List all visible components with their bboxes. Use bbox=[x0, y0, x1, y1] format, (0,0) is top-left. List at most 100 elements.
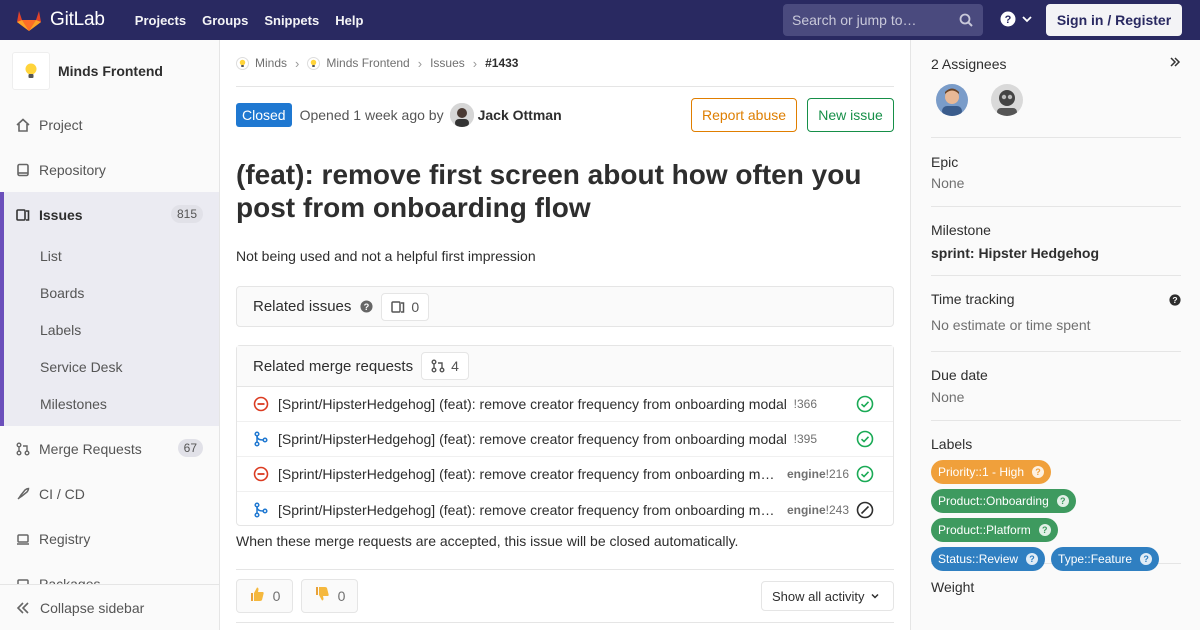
sign-in-button[interactable]: Sign in / Register bbox=[1046, 4, 1182, 36]
label-pill[interactable]: Product::Onboarding? bbox=[931, 489, 1076, 513]
mr-merged-icon bbox=[254, 501, 268, 518]
submenu-item-boards[interactable]: Boards bbox=[4, 274, 219, 311]
epic-block[interactable]: Epic None bbox=[931, 138, 1181, 207]
due-date-block[interactable]: Due date None bbox=[931, 352, 1181, 421]
sidebar-item-registry[interactable]: Registry bbox=[0, 516, 219, 561]
sidebar-item-project[interactable]: Project bbox=[0, 102, 219, 147]
related-mrs-label: Related merge requests bbox=[253, 357, 414, 375]
help-dropdown[interactable]: ? bbox=[1000, 11, 1033, 27]
pipeline-skipped-icon[interactable] bbox=[856, 501, 874, 519]
home-icon bbox=[16, 117, 30, 132]
label-pill[interactable]: Type::Feature? bbox=[1051, 547, 1160, 571]
pipeline-passed-icon[interactable] bbox=[856, 465, 874, 483]
sidebar-item-label: Registry bbox=[39, 530, 91, 547]
related-issues-count[interactable]: 0 bbox=[381, 292, 430, 321]
search-input[interactable]: Search or jump to… bbox=[783, 4, 983, 36]
sidebar-item-label: Project bbox=[39, 116, 83, 133]
merge-request-icon bbox=[16, 442, 30, 456]
breadcrumb-item[interactable]: Minds bbox=[236, 56, 287, 70]
mr-reference: engine!216 bbox=[786, 467, 849, 481]
nav-groups[interactable]: Groups bbox=[202, 13, 248, 28]
mr-reference: !366 bbox=[793, 397, 817, 411]
milestone-value[interactable]: sprint: Hipster Hedgehog bbox=[931, 245, 1181, 261]
mr-title[interactable]: [Sprint/HipsterHedgehog] (feat): remove … bbox=[278, 502, 774, 518]
related-mrs-header: Related merge requests 4 bbox=[237, 346, 893, 387]
labels-title: Labels bbox=[931, 436, 973, 452]
question-icon: ? bbox=[1140, 553, 1153, 565]
breadcrumb-item[interactable]: Issues bbox=[430, 56, 465, 70]
project-header[interactable]: Minds Frontend bbox=[0, 40, 219, 102]
svg-text:?: ? bbox=[1005, 14, 1012, 26]
sidebar-item-merge-requests[interactable]: Merge Requests 67 bbox=[0, 426, 219, 471]
issues-submenu: List Boards Labels Service Desk Mileston… bbox=[0, 237, 219, 426]
issue-right-sidebar: 2 Assignees Epic None Milestone sprint: … bbox=[910, 40, 1200, 630]
question-icon: ? bbox=[1032, 466, 1045, 478]
weight-title: Weight bbox=[931, 579, 975, 595]
sidebar-item-label: CI / CD bbox=[39, 485, 85, 502]
submenu-item-list[interactable]: List bbox=[4, 237, 219, 274]
gitlab-home-link[interactable]: GitLab bbox=[16, 0, 105, 40]
time-tracking-title: Time tracking bbox=[931, 291, 1015, 307]
submenu-item-milestones[interactable]: Milestones bbox=[4, 385, 219, 422]
mr-title[interactable]: [Sprint/HipsterHedgehog] (feat): remove … bbox=[278, 396, 787, 412]
sidebar-item-label: Merge Requests bbox=[39, 440, 142, 457]
thumbs-down-count: 0 bbox=[337, 588, 346, 604]
issue-main-content: Minds › Minds Frontend › Issues › #1433 … bbox=[236, 40, 894, 630]
author-name[interactable]: Jack Ottman bbox=[478, 107, 562, 123]
assignee-avatar[interactable] bbox=[991, 84, 1023, 116]
submenu-item-labels[interactable]: Labels bbox=[4, 311, 219, 348]
issue-header: Closed Opened 1 week ago by Jack Ottman … bbox=[236, 98, 894, 132]
merge-request-row[interactable]: [Sprint/HipsterHedgehog] (feat): remove … bbox=[237, 492, 893, 527]
mr-title[interactable]: [Sprint/HipsterHedgehog] (feat): remove … bbox=[278, 466, 774, 482]
question-icon: ? bbox=[1026, 553, 1039, 565]
related-mrs-count: 4 bbox=[421, 352, 469, 380]
new-issue-button[interactable]: New issue bbox=[807, 98, 894, 132]
question-circle-icon[interactable]: ? bbox=[1169, 294, 1181, 306]
pipeline-passed-icon[interactable] bbox=[856, 430, 874, 448]
nav-snippets[interactable]: Snippets bbox=[264, 13, 319, 28]
label-pill[interactable]: Product::Platform? bbox=[931, 518, 1058, 542]
merge-request-row[interactable]: [Sprint/HipsterHedgehog] (feat): remove … bbox=[237, 422, 893, 457]
mr-merged-icon bbox=[254, 431, 268, 447]
merge-request-icon bbox=[431, 359, 445, 373]
nav-help[interactable]: Help bbox=[335, 13, 363, 28]
label-pill[interactable]: Priority::1 - High? bbox=[931, 460, 1052, 484]
labels-block: Labels Priority::1 - High? Product::Onbo… bbox=[931, 421, 1181, 571]
question-circle-icon[interactable]: ? bbox=[360, 300, 373, 313]
breadcrumb-label: Minds bbox=[255, 56, 288, 70]
pipeline-passed-icon[interactable] bbox=[856, 395, 874, 413]
opened-text: Opened 1 week ago by bbox=[299, 107, 444, 123]
double-chevron-left-icon bbox=[16, 601, 29, 614]
issues-count-badge: 815 bbox=[170, 205, 203, 223]
thumbs-down-button[interactable]: 0 bbox=[301, 579, 358, 613]
sidebar-item-label: Issues bbox=[39, 206, 83, 223]
chevron-right-icon: › bbox=[417, 55, 423, 71]
mr-title[interactable]: [Sprint/HipsterHedgehog] (feat): remove … bbox=[278, 431, 787, 447]
breadcrumb-item[interactable]: Minds Frontend bbox=[307, 56, 410, 70]
label-pill[interactable]: Status::Review? bbox=[931, 547, 1046, 571]
award-emoji-bar: 0 0 bbox=[236, 579, 366, 613]
collapse-sidebar-label: Collapse sidebar bbox=[40, 599, 145, 616]
milestone-title: Milestone bbox=[931, 222, 991, 238]
breadcrumb-current[interactable]: #1433 bbox=[485, 56, 518, 70]
milestone-block[interactable]: Milestone sprint: Hipster Hedgehog bbox=[931, 207, 1181, 276]
sidebar-item-ci-cd[interactable]: CI / CD bbox=[0, 471, 219, 516]
activity-filter-dropdown[interactable]: Show all activity bbox=[761, 581, 894, 611]
sidebar-item-repository[interactable]: Repository bbox=[0, 147, 219, 192]
report-abuse-button[interactable]: Report abuse bbox=[691, 98, 797, 132]
sidebar-item-issues[interactable]: Issues 815 bbox=[0, 192, 219, 237]
submenu-item-service-desk[interactable]: Service Desk bbox=[4, 348, 219, 385]
assignee-avatar[interactable] bbox=[936, 84, 968, 116]
collapse-sidebar-button[interactable]: Collapse sidebar bbox=[0, 584, 219, 630]
rocket-icon bbox=[16, 487, 30, 501]
double-chevron-right-icon[interactable] bbox=[1169, 56, 1181, 68]
nav-projects[interactable]: Projects bbox=[135, 13, 186, 28]
related-issues-label: Related issues bbox=[253, 298, 352, 315]
author-avatar[interactable] bbox=[449, 103, 474, 127]
lightbulb-icon bbox=[239, 59, 246, 67]
merge-request-row[interactable]: [Sprint/HipsterHedgehog] (feat): remove … bbox=[237, 457, 893, 492]
thumbs-up-button[interactable]: 0 bbox=[236, 579, 293, 613]
sidebar-item-label: Repository bbox=[39, 161, 106, 178]
merge-request-row[interactable]: [Sprint/HipsterHedgehog] (feat): remove … bbox=[237, 387, 893, 422]
top-navbar: GitLab Projects Groups Snippets Help Sea… bbox=[0, 0, 1200, 40]
